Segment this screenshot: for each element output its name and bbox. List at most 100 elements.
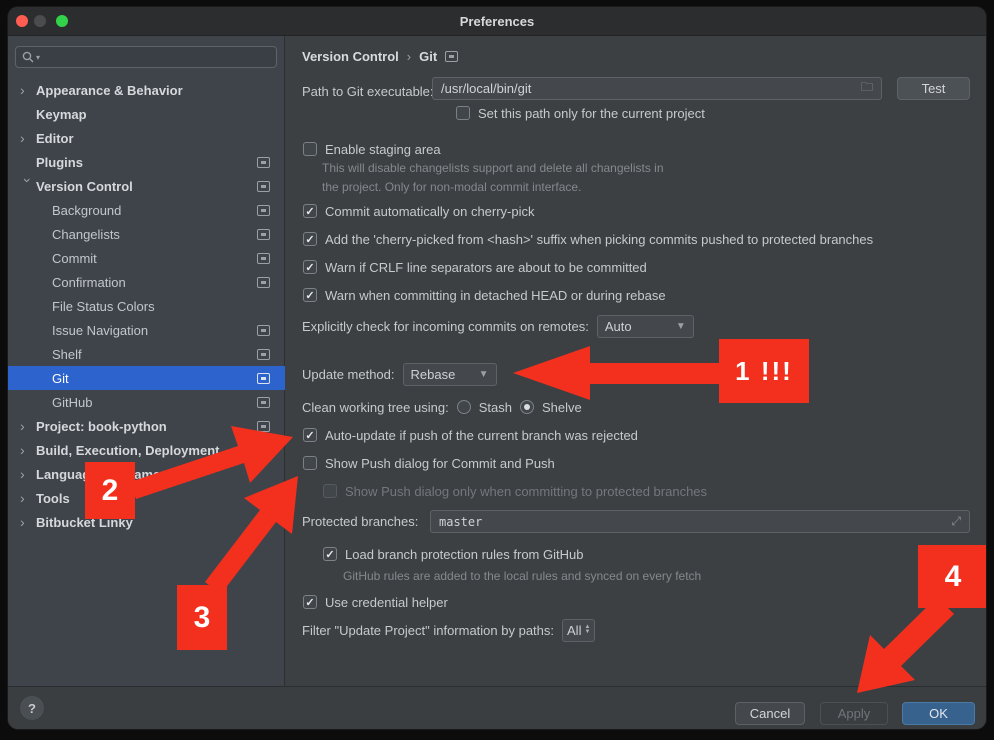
- sidebar-item-confirmation[interactable]: Confirmation: [8, 270, 285, 294]
- sidebar-item-label: Commit: [52, 251, 97, 266]
- filter-paths-dropdown[interactable]: All ▲▼: [562, 619, 595, 642]
- sidebar-item-plugins[interactable]: Plugins: [8, 150, 285, 174]
- protected-branches-field[interactable]: master ⤢: [430, 510, 970, 533]
- annotation-label-3: 3: [177, 585, 227, 650]
- chevron-right-icon[interactable]: ›: [20, 83, 36, 97]
- chevron-right-icon[interactable]: ›: [20, 467, 36, 481]
- folder-icon[interactable]: 🗀: [861, 78, 873, 99]
- sidebar-item-issue-navigation[interactable]: Issue Navigation: [8, 318, 285, 342]
- dialog-footer: ? Cancel Apply OK: [8, 686, 986, 729]
- staging-checkbox[interactable]: [303, 142, 317, 156]
- chevron-right-icon[interactable]: ›: [20, 419, 36, 433]
- apply-button[interactable]: Apply: [820, 702, 888, 725]
- breadcrumb-separator: ›: [407, 49, 411, 64]
- show-push-checkbox[interactable]: [303, 456, 317, 470]
- test-button[interactable]: Test: [897, 77, 970, 100]
- breadcrumb-current: Git: [419, 49, 437, 64]
- sidebar-item-languages-frameworks[interactable]: ›Languages & Frameworks: [8, 462, 285, 486]
- sidebar-item-label: GitHub: [52, 395, 92, 410]
- breadcrumb-parent[interactable]: Version Control: [302, 49, 399, 64]
- detached-warn-checkbox[interactable]: [303, 288, 317, 302]
- sidebar-item-label: Keymap: [36, 107, 87, 122]
- sidebar-item-label: Background: [52, 203, 121, 218]
- ok-button[interactable]: OK: [902, 702, 975, 725]
- search-icon: [22, 51, 34, 63]
- sidebar-item-bitbucket-linky[interactable]: ›Bitbucket Linky: [8, 510, 285, 534]
- chevron-right-icon[interactable]: ›: [20, 491, 36, 505]
- cherry-suffix-checkbox[interactable]: [303, 232, 317, 246]
- breadcrumb: Version Control › Git: [302, 49, 458, 64]
- incoming-dropdown[interactable]: Auto ▼: [597, 315, 694, 338]
- sidebar-item-git[interactable]: Git: [8, 366, 285, 390]
- expand-icon[interactable]: ⤢: [951, 514, 961, 529]
- help-button[interactable]: ?: [20, 696, 44, 720]
- sidebar-item-commit[interactable]: Commit: [8, 246, 285, 270]
- chevron-right-icon[interactable]: ›: [20, 131, 36, 145]
- git-path-field[interactable]: /usr/local/bin/git 🗀: [432, 77, 882, 100]
- sidebar-item-shelf[interactable]: Shelf: [8, 342, 285, 366]
- sidebar-item-label: Tools: [36, 491, 70, 506]
- cherry-suffix-row: Add the 'cherry-picked from <hash>' suff…: [303, 229, 873, 249]
- staging-row: Enable staging area: [303, 139, 441, 159]
- protected-branches-value: master: [439, 515, 482, 529]
- shelve-radio[interactable]: [520, 400, 534, 414]
- chevron-right-icon[interactable]: ›: [20, 443, 36, 457]
- sidebar-item-label: Editor: [36, 131, 74, 146]
- project-settings-icon: [257, 181, 270, 192]
- annotation-label-4: 4: [918, 545, 986, 608]
- sidebar-item-label: Confirmation: [52, 275, 126, 290]
- sidebar-item-label: File Status Colors: [52, 299, 155, 314]
- git-path-label: Path to Git executable:: [302, 80, 434, 103]
- load-rules-row: Load branch protection rules from GitHub: [323, 544, 583, 564]
- show-push-protected-row: Show Push dialog only when committing to…: [323, 481, 707, 501]
- load-rules-description: GitHub rules are added to the local rule…: [343, 567, 701, 586]
- sidebar-item-file-status-colors[interactable]: File Status Colors: [8, 294, 285, 318]
- incoming-row: Explicitly check for incoming commits on…: [302, 316, 694, 336]
- show-push-protected-checkbox[interactable]: [323, 484, 337, 498]
- load-rules-checkbox[interactable]: [323, 547, 337, 561]
- credential-checkbox[interactable]: [303, 595, 317, 609]
- project-settings-icon: [257, 229, 270, 240]
- project-settings-icon: [257, 253, 270, 264]
- stash-radio[interactable]: [457, 400, 471, 414]
- preferences-window: Preferences ▾ ›Appearance & BehaviorKeym…: [8, 7, 986, 729]
- crlf-warn-checkbox[interactable]: [303, 260, 317, 274]
- minimize-traffic-light-icon[interactable]: [34, 15, 46, 27]
- project-settings-icon: [257, 373, 270, 384]
- project-settings-icon: [257, 349, 270, 360]
- clean-tree-row: Clean working tree using: Stash Shelve: [302, 397, 582, 417]
- show-push-row: Show Push dialog for Commit and Push: [303, 453, 555, 473]
- project-settings-icon: [257, 277, 270, 288]
- chevron-down-icon[interactable]: ›: [21, 178, 35, 194]
- sidebar-item-background[interactable]: Background: [8, 198, 285, 222]
- set-path-checkbox[interactable]: [456, 106, 470, 120]
- set-path-row: Set this path only for the current proje…: [456, 103, 705, 123]
- annotation-label-1: 1 !!!: [719, 339, 809, 403]
- zoom-traffic-light-icon[interactable]: [56, 15, 68, 27]
- git-path-value: /usr/local/bin/git: [441, 81, 531, 96]
- project-settings-icon: [257, 421, 270, 432]
- sidebar-item-label: Appearance & Behavior: [36, 83, 183, 98]
- sidebar-item-keymap[interactable]: Keymap: [8, 102, 285, 126]
- sidebar-item-changelists[interactable]: Changelists: [8, 222, 285, 246]
- search-options-caret-icon[interactable]: ▾: [36, 53, 40, 62]
- sidebar-item-build-execution-deployment[interactable]: ›Build, Execution, Deployment: [8, 438, 285, 462]
- auto-update-row: Auto-update if push of the current branc…: [303, 425, 638, 445]
- sidebar-item-version-control[interactable]: ›Version Control: [8, 174, 285, 198]
- sidebar-item-editor[interactable]: ›Editor: [8, 126, 285, 150]
- cancel-button[interactable]: Cancel: [735, 702, 805, 725]
- sidebar-item-github[interactable]: GitHub: [8, 390, 285, 414]
- annotation-label-2: 2: [85, 462, 135, 519]
- title-bar: Preferences: [8, 7, 986, 36]
- staging-description: This will disable changelists support an…: [322, 159, 664, 197]
- commit-cherry-checkbox[interactable]: [303, 204, 317, 218]
- search-input[interactable]: ▾: [15, 46, 277, 68]
- project-settings-icon: [257, 157, 270, 168]
- sidebar-item-tools[interactable]: ›Tools: [8, 486, 285, 510]
- sidebar-item-project-book-python[interactable]: ›Project: book-python: [8, 414, 285, 438]
- update-method-dropdown[interactable]: Rebase ▼: [403, 363, 497, 386]
- close-traffic-light-icon[interactable]: [16, 15, 28, 27]
- sidebar-item-appearance-behavior[interactable]: ›Appearance & Behavior: [8, 78, 285, 102]
- auto-update-checkbox[interactable]: [303, 428, 317, 442]
- chevron-right-icon[interactable]: ›: [20, 515, 36, 529]
